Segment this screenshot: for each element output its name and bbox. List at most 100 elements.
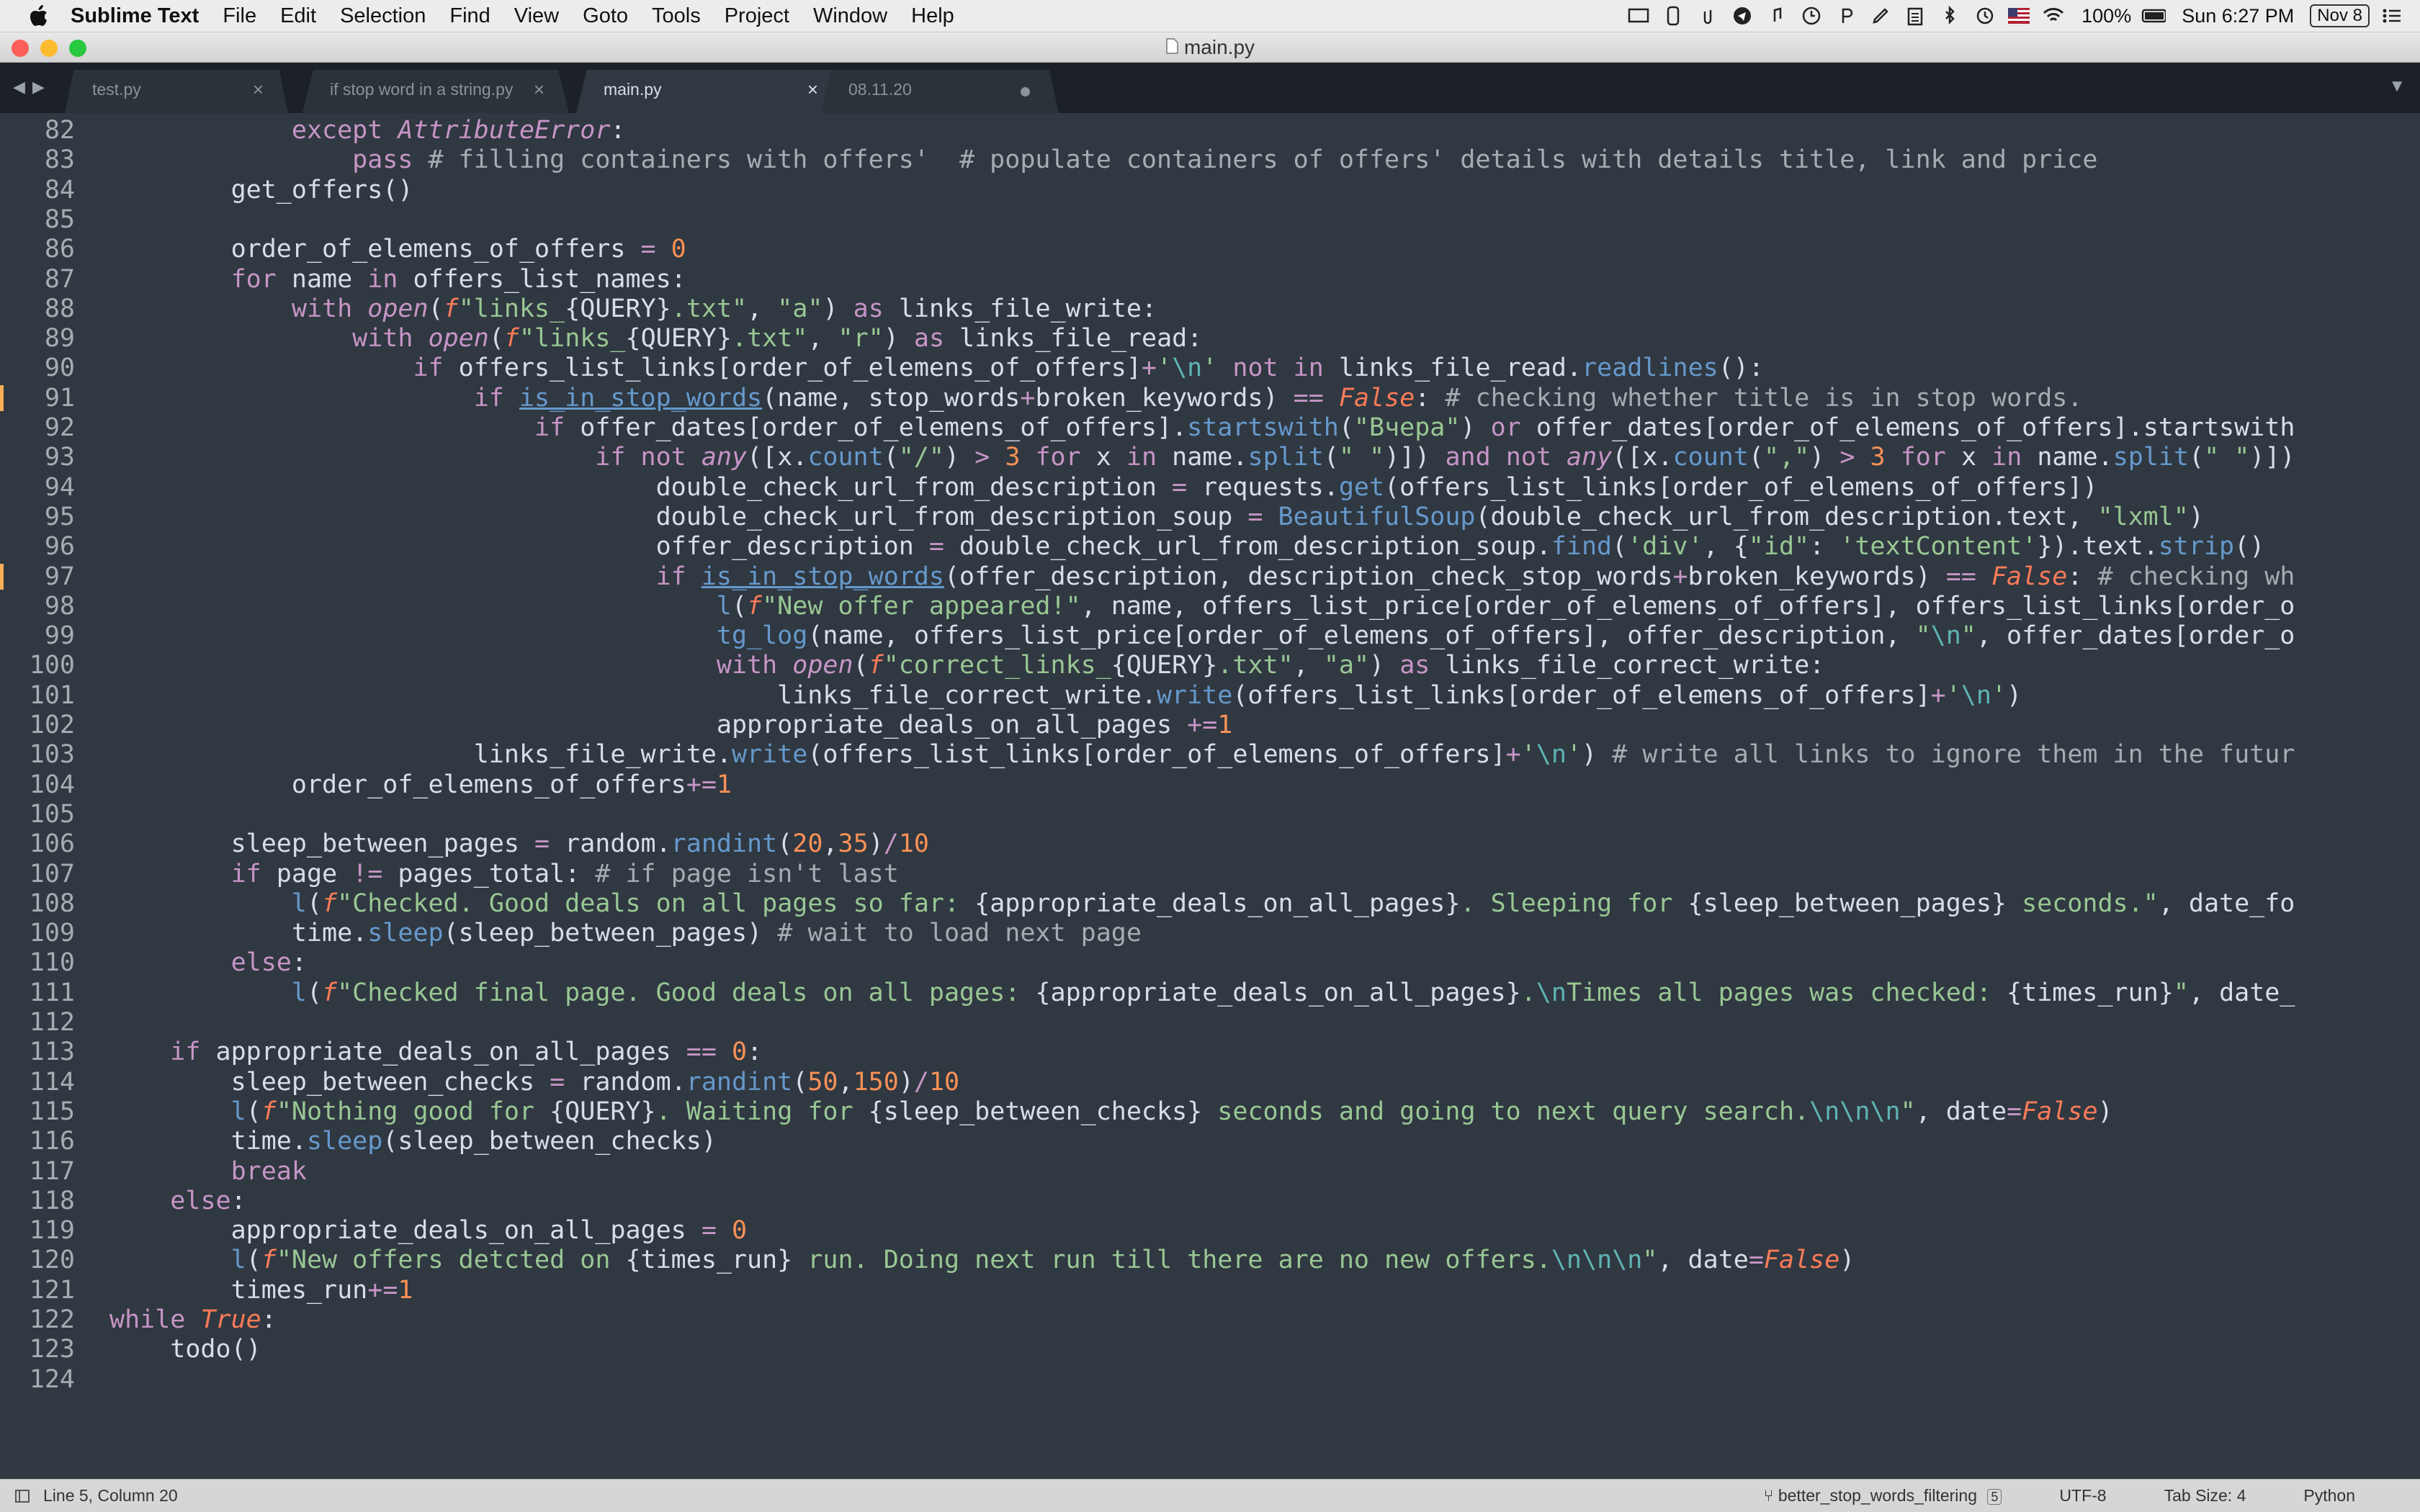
code-line[interactable]: 108 l(f"Checked. Good deals on all pages… <box>0 888 2295 919</box>
menu-goto[interactable]: Goto <box>583 4 628 28</box>
wifi-icon[interactable] <box>2041 5 2066 27</box>
line-code: if appropriate_deals_on_all_pages == 0: <box>170 1038 763 1067</box>
code-line[interactable]: 100 with open(f"correct_links_{QUERY}.tx… <box>0 649 1824 681</box>
code-line[interactable]: 107 if page != pages_total: # if page is… <box>0 858 899 890</box>
code-line[interactable]: 84 get_offers() <box>0 174 413 206</box>
code-line[interactable]: 124 <box>0 1364 75 1395</box>
tab-size[interactable]: Tab Size: 4 <box>2164 1486 2246 1506</box>
flag-p-icon[interactable] <box>1834 5 1858 27</box>
menu-find[interactable]: Find <box>449 4 490 28</box>
minimize-window-button[interactable] <box>40 40 58 57</box>
menu-help[interactable]: Help <box>911 4 954 28</box>
code-line[interactable]: 105 <box>0 798 75 830</box>
menu-app-name[interactable]: Sublime Text <box>71 4 199 28</box>
us-flag-icon[interactable] <box>2007 5 2031 27</box>
menu-selection[interactable]: Selection <box>340 4 426 28</box>
code-line[interactable]: 102 appropriate_deals_on_all_pages +=1 <box>0 709 1233 741</box>
music-note-icon[interactable] <box>1765 5 1789 27</box>
code-line[interactable]: 97 if is_in_stop_words(offer_description… <box>0 561 2295 593</box>
panel-toggle-icon[interactable] <box>14 1488 30 1504</box>
code-line[interactable]: 110 else: <box>0 947 307 978</box>
code-line[interactable]: 90 if offers_list_links[order_of_elemens… <box>0 352 1764 384</box>
line-code: l(f"Checked final page. Good deals on al… <box>291 978 2295 1007</box>
code-line[interactable]: 87 for name in offers_list_names: <box>0 264 686 295</box>
cursor-position[interactable]: Line 5, Column 20 <box>43 1486 178 1506</box>
code-line[interactable]: 94 double_check_url_from_description = r… <box>0 472 2098 503</box>
code-line[interactable]: 103 links_file_write.write(offers_list_l… <box>0 739 2295 770</box>
code-editor[interactable]: 82 except AttributeError: 83 pass # filli… <box>0 113 2420 1480</box>
code-line[interactable]: 85 <box>0 204 75 235</box>
code-line[interactable]: 106 sleep_between_pages = random.randint… <box>0 828 929 860</box>
code-line[interactable]: 86 order_of_elemens_of_offers = 0 <box>0 233 686 265</box>
code-line[interactable]: 121 times_run+=1 <box>0 1274 413 1306</box>
code-line[interactable]: 88 with open(f"links_{QUERY}.txt", "a") … <box>0 293 1157 325</box>
bluetooth-icon[interactable] <box>1937 5 1962 27</box>
date-badge[interactable]: Nov 8 <box>2310 4 2370 27</box>
tab-close-icon[interactable]: × <box>807 70 818 109</box>
code-line[interactable]: 117 break <box>0 1156 307 1187</box>
menu-view[interactable]: View <box>514 4 559 28</box>
code-line[interactable]: 120 l(f"New offers detcted on {times_run… <box>0 1244 1855 1276</box>
window-titlebar: main.py <box>0 32 2420 63</box>
apple-icon[interactable] <box>26 3 52 29</box>
line-code: except AttributeError: <box>291 116 626 145</box>
menu-file[interactable]: File <box>223 4 256 28</box>
code-line[interactable]: 116 time.sleep(sleep_between_checks) <box>0 1125 717 1157</box>
code-line[interactable]: 113 if appropriate_deals_on_all_pages ==… <box>0 1036 762 1068</box>
line-code: else: <box>230 948 307 978</box>
tab-08-11-20[interactable]: 08.11.20 <box>821 70 1059 113</box>
display-icon[interactable] <box>1626 5 1651 27</box>
code-line[interactable]: 112 <box>0 1007 75 1038</box>
code-line[interactable]: 92 if offer_dates[order_of_elemens_of_of… <box>0 412 2295 444</box>
tab-test-py[interactable]: test.py × <box>65 70 288 113</box>
code-line[interactable]: 122 while True: <box>0 1304 277 1336</box>
code-line[interactable]: 111 l(f"Checked final page. Good deals o… <box>0 977 2295 1009</box>
syntax-mode[interactable]: Python <box>2303 1486 2355 1506</box>
code-line[interactable]: 83 pass # filling containers with offers… <box>0 144 2098 176</box>
code-line[interactable]: 118 else: <box>0 1185 246 1217</box>
menu-project[interactable]: Project <box>725 4 789 28</box>
clock-icon[interactable] <box>1799 5 1824 27</box>
git-branch[interactable]: ⑂ better_stop_words_filtering 5 <box>1764 1486 2002 1506</box>
code-line[interactable]: 123 todo() <box>0 1333 261 1365</box>
code-line[interactable]: 89 with open(f"links_{QUERY}.txt", "r") … <box>0 323 1202 354</box>
tab-close-icon[interactable]: × <box>534 70 544 109</box>
tab-main-py[interactable]: main.py × <box>576 70 843 113</box>
code-line[interactable]: 119 appropriate_deals_on_all_pages = 0 <box>0 1215 747 1246</box>
encoding[interactable]: UTF-8 <box>2059 1486 2106 1506</box>
code-line[interactable]: 98 l(f"New offer appeared!", name, offer… <box>0 590 2295 622</box>
close-window-button[interactable] <box>12 40 29 57</box>
code-line[interactable]: 99 tg_log(name, offers_list_price[order_… <box>0 620 2295 652</box>
code-line[interactable]: 104 order_of_elemens_of_offers+=1 <box>0 769 732 801</box>
code-line[interactable]: 95 double_check_url_from_description_sou… <box>0 501 2204 533</box>
code-line[interactable]: 82 except AttributeError: <box>0 114 626 146</box>
line-number: 117 <box>29 1156 75 1186</box>
menu-tools[interactable]: Tools <box>652 4 701 28</box>
notification-center-icon[interactable] <box>2380 5 2404 27</box>
code-line[interactable]: 115 l(f"Nothing good for {QUERY}. Waitin… <box>0 1096 2113 1128</box>
code-line[interactable]: 114 sleep_between_checks = random.randin… <box>0 1066 959 1098</box>
code-line[interactable]: 109 time.sleep(sleep_between_pages) # wa… <box>0 917 1142 949</box>
code-line[interactable]: 96 offer_description = double_check_url_… <box>0 531 2264 562</box>
tab-nav-arrows-icon[interactable]: ◀▶ <box>13 78 52 96</box>
line-number: 91 <box>44 383 75 413</box>
phone-icon[interactable] <box>1661 5 1685 27</box>
clipboard-icon[interactable] <box>1903 5 1927 27</box>
paperclip-icon[interactable] <box>1695 5 1720 27</box>
line-number: 120 <box>29 1246 75 1275</box>
pen-icon[interactable] <box>1868 5 1893 27</box>
telegram-icon[interactable] <box>1730 5 1754 27</box>
time-machine-icon[interactable] <box>1972 5 1996 27</box>
menu-window[interactable]: Window <box>813 4 887 28</box>
line-code: get_offers() <box>109 175 413 204</box>
battery-icon[interactable] <box>2141 5 2166 27</box>
tab-stop-word-py[interactable]: if stop word in a string.py × <box>302 70 569 113</box>
code-line[interactable]: 101 links_file_correct_write.write(offer… <box>0 680 2022 711</box>
clock-text[interactable]: Sun 6:27 PM <box>2182 5 2294 27</box>
code-line[interactable]: 91 if is_in_stop_words(name, stop_words+… <box>0 382 2082 414</box>
code-line[interactable]: 93 if not any([x.count("/") > 3 for x in… <box>0 441 2295 473</box>
zoom-window-button[interactable] <box>69 40 86 57</box>
menu-edit[interactable]: Edit <box>280 4 316 28</box>
tab-dropdown-icon[interactable]: ▼ <box>2388 76 2406 96</box>
tab-close-icon[interactable]: × <box>253 70 264 109</box>
